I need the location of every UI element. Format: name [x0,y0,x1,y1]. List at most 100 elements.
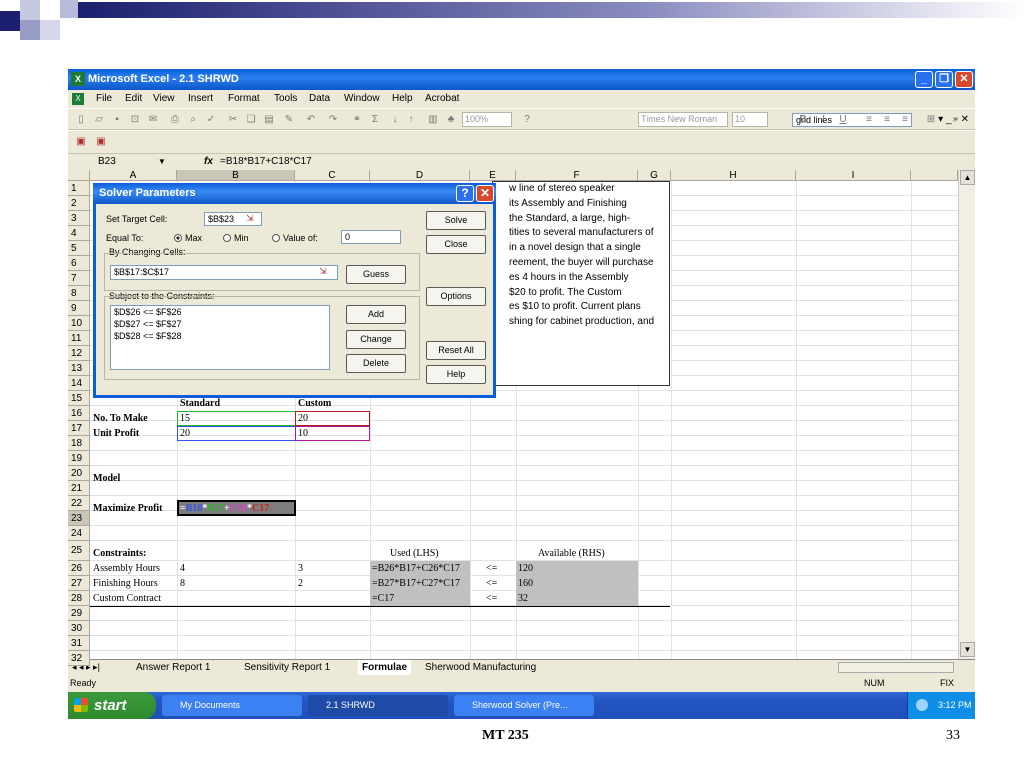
minimize-button[interactable]: _ [915,71,933,88]
font-size-select[interactable]: 10 [732,112,768,127]
name-box-dropdown-icon[interactable]: ▼ [158,154,166,170]
row-header[interactable]: 14 [68,376,90,391]
row-header[interactable]: 16 [68,406,90,421]
row-header[interactable]: 22 [68,496,90,511]
changing-cells-input[interactable]: $B$17:$C$17 [110,265,338,280]
zoom-select[interactable]: 100% [462,112,512,127]
row-header[interactable]: 31 [68,636,90,651]
options-button[interactable]: Options [426,287,486,306]
toolbar-options-icon[interactable]: » [948,113,962,126]
row-header[interactable]: 1 [68,181,90,196]
constraint-item[interactable]: $D$26 <= $F$26 [114,306,329,318]
row-header[interactable]: 28 [68,591,90,606]
taskbar-excel[interactable]: 2.1 SHRWD [308,695,448,716]
cell-a18[interactable]: Unit Profit [93,428,139,440]
paste-icon[interactable]: ▤ [262,113,276,126]
row-header[interactable]: 9 [68,301,90,316]
cell-a28[interactable]: Custom Contract [93,593,161,605]
save-icon[interactable]: ▪ [110,113,124,126]
taskbar-sherwood-solver[interactable]: Sherwood Solver (Pre... [454,695,594,716]
menu-tools[interactable]: Tools [274,90,297,108]
row-header[interactable]: 7 [68,271,90,286]
row-header[interactable]: 25 [68,541,90,561]
row-header[interactable]: 20 [68,466,90,481]
row-header[interactable]: 17 [68,421,90,436]
cell-d28[interactable]: =C17 [372,593,394,605]
constraints-list[interactable]: $D$26 <= $F$26 $D$27 <= $F$27 $D$28 <= $… [110,305,330,370]
cell-c26[interactable]: 3 [298,563,303,575]
row-header[interactable]: 18 [68,436,90,451]
menu-acrobat[interactable]: Acrobat [425,90,459,108]
row-header[interactable]: 10 [68,316,90,331]
cell-a27[interactable]: Finishing Hours [93,578,158,590]
max-radio[interactable]: Max [174,233,202,243]
cut-icon[interactable]: ✂ [226,113,240,126]
column-header-h[interactable]: H [671,170,796,181]
cell-c27[interactable]: 2 [298,578,303,590]
value-of-input[interactable]: 0 [341,230,401,244]
cell-c16[interactable]: Custom [298,398,331,410]
row-header[interactable]: 21 [68,481,90,496]
cell-f27[interactable]: 160 [518,578,533,590]
cell-a26[interactable]: Assembly Hours [93,563,160,575]
solver-icon-2[interactable]: ▣ [94,135,108,148]
close-button[interactable]: Close [426,235,486,254]
cell-a17[interactable]: No. To Make [93,413,148,425]
row-header[interactable]: 32 [68,651,90,666]
change-button[interactable]: Change [346,330,406,349]
row-header[interactable]: 26 [68,561,90,576]
constraint-item[interactable]: $D$27 <= $F$27 [114,318,329,330]
cell-a23[interactable]: Maximize Profit [93,503,163,515]
print-icon[interactable]: ⎙ [168,113,182,126]
vertical-scrollbar[interactable]: ▲ ▼ [958,170,975,659]
format-painter-icon[interactable]: ✎ [282,113,296,126]
email-icon[interactable]: ✉ [146,113,160,126]
row-header[interactable]: 4 [68,226,90,241]
menu-format[interactable]: Format [228,90,260,108]
align-left-icon[interactable]: ≡ [862,113,876,126]
ref-collapse-icon[interactable]: ⇲ [246,213,254,224]
cell-b27[interactable]: 8 [180,578,185,590]
sort-descending-icon[interactable]: ↑ [404,113,418,126]
row-header[interactable]: 27 [68,576,90,591]
formula-input[interactable]: =B18*B17+C18*C17 [220,154,312,170]
document-icon[interactable]: X [72,93,84,105]
tab-answer-report[interactable]: Answer Report 1 [136,660,210,675]
permission-icon[interactable]: ⊡ [128,113,142,126]
tab-sherwood-manufacturing[interactable]: Sherwood Manufacturing [425,660,536,675]
menu-view[interactable]: View [153,90,175,108]
print-preview-icon[interactable]: ⌕ [186,113,200,126]
cell-d26[interactable]: =B26*B17+C26*C17 [372,563,460,575]
scroll-up-icon[interactable]: ▲ [960,170,975,185]
solver-close-icon[interactable]: ✕ [476,185,494,202]
ref-collapse-icon-2[interactable]: ⇲ [319,266,327,277]
italic-button[interactable]: I [816,113,830,126]
scroll-down-icon[interactable]: ▼ [960,642,975,657]
menu-help[interactable]: Help [392,90,413,108]
reset-all-button[interactable]: Reset All [426,341,486,360]
row-header[interactable]: 12 [68,346,90,361]
row-header[interactable]: 19 [68,451,90,466]
spelling-icon[interactable]: ✓ [204,113,218,126]
cell-b26[interactable]: 4 [180,563,185,575]
solve-button[interactable]: Solve [426,211,486,230]
borders-icon[interactable]: ⊞ [924,113,938,126]
taskbar-my-documents[interactable]: My Documents [162,695,302,716]
min-radio[interactable]: Min [223,233,249,243]
open-icon[interactable]: ▱ [92,113,106,126]
cell-a21[interactable]: Model [93,473,120,485]
cell-a25[interactable]: Constraints: [93,548,146,560]
row-header[interactable]: 2 [68,196,90,211]
row-header[interactable]: 15 [68,391,90,406]
constraint-item[interactable]: $D$28 <= $F$28 [114,330,329,342]
hyperlink-icon[interactable]: ⚭ [350,113,364,126]
row-header[interactable]: 29 [68,606,90,621]
underline-button[interactable]: U [836,113,850,126]
row-header[interactable]: 30 [68,621,90,636]
column-header-d[interactable]: D [370,170,470,181]
tab-sensitivity-report[interactable]: Sensitivity Report 1 [244,660,330,675]
help-question-button[interactable]: ? [456,185,474,202]
menu-data[interactable]: Data [309,90,330,108]
row-header[interactable]: 6 [68,256,90,271]
menu-edit[interactable]: Edit [125,90,142,108]
